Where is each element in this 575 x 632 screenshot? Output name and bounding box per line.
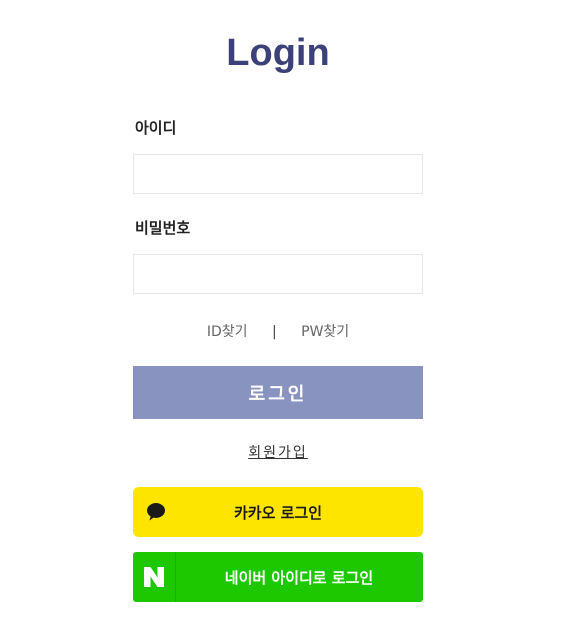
find-password-link[interactable]: PW찾기 bbox=[301, 324, 349, 340]
id-label: 아이디 bbox=[135, 119, 177, 137]
login-button[interactable]: 로그인 bbox=[133, 366, 423, 419]
signup-container: 회원가입 bbox=[133, 443, 423, 463]
page-title: Login bbox=[226, 32, 330, 74]
signup-link[interactable]: 회원가입 bbox=[248, 445, 308, 461]
login-page: Login 아이디 비밀번호 ID찾기 | PW찾기 로그인 회원가입 카카오 … bbox=[0, 0, 575, 632]
kakao-login-label: 카카오 로그인 bbox=[233, 503, 323, 522]
naver-login-label: 네이버 아이디로 로그인 bbox=[224, 568, 374, 587]
id-input[interactable] bbox=[133, 154, 423, 194]
find-account-links: ID찾기 | PW찾기 bbox=[133, 322, 423, 342]
password-label: 비밀번호 bbox=[135, 219, 191, 237]
naver-login-button[interactable]: 네이버 아이디로 로그인 bbox=[133, 552, 423, 602]
password-input[interactable] bbox=[133, 254, 423, 294]
kakao-login-button[interactable]: 카카오 로그인 bbox=[133, 487, 423, 537]
links-separator: | bbox=[271, 324, 277, 340]
find-id-link[interactable]: ID찾기 bbox=[207, 324, 248, 340]
naver-n-icon bbox=[133, 552, 176, 602]
